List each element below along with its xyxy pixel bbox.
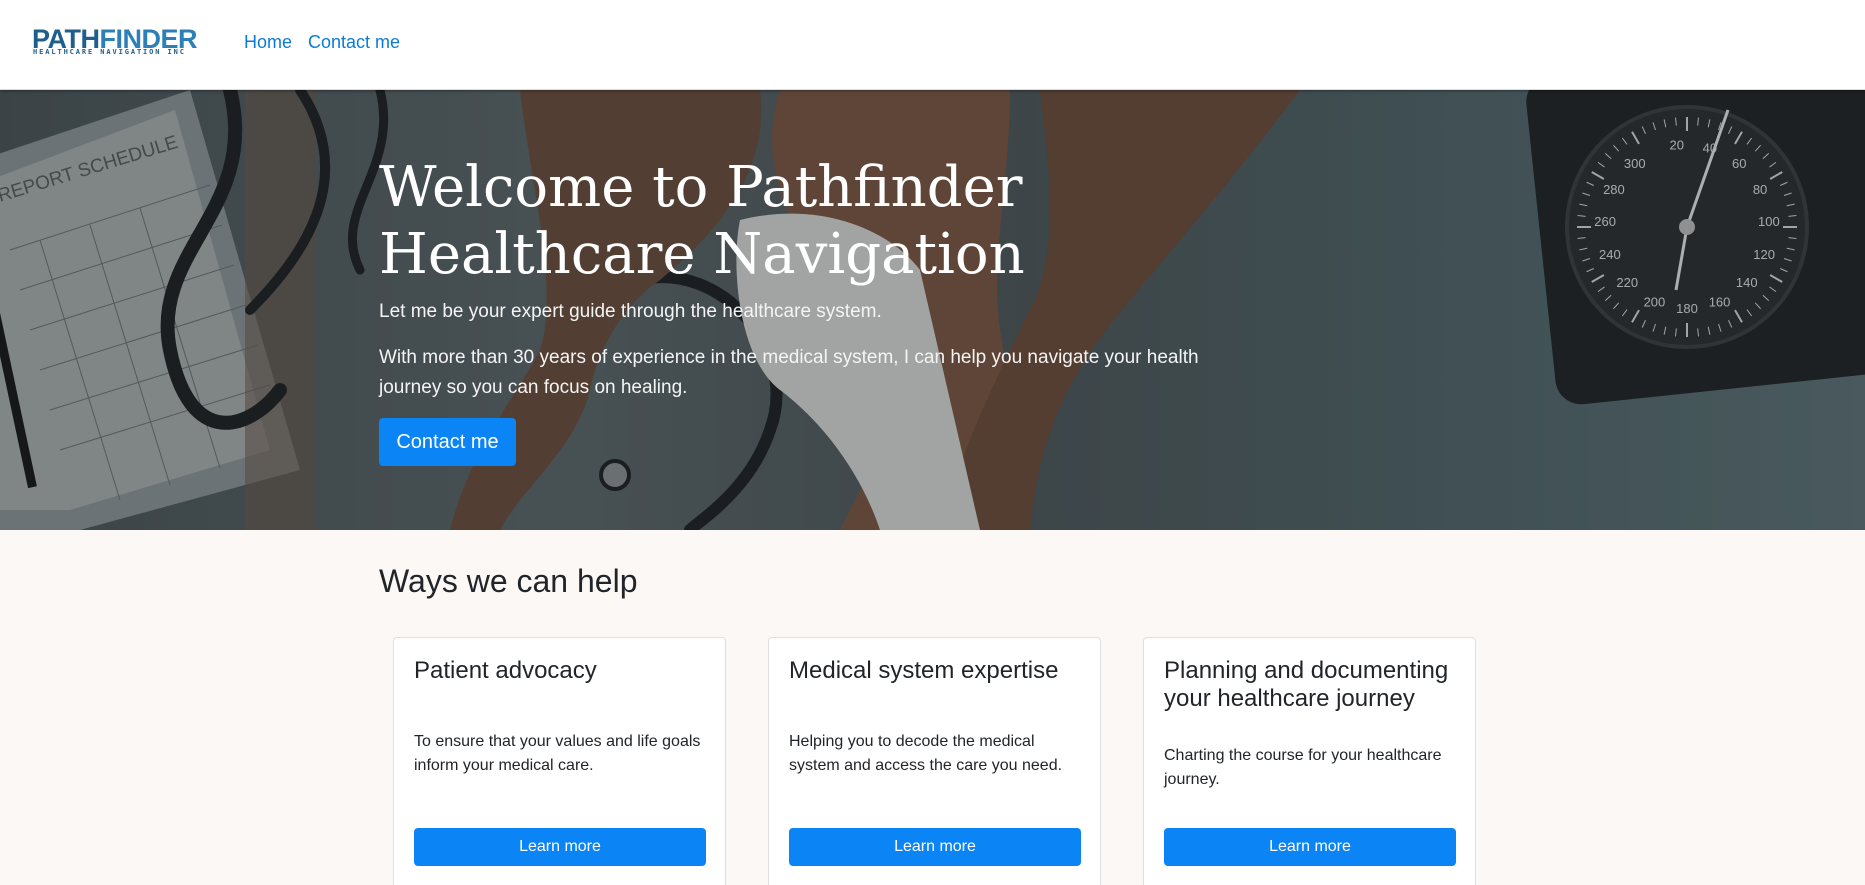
services-heading: Ways we can help: [379, 563, 638, 599]
hero-banner: REPORT SCHEDULE 300 280 260 240 220 200 180 160…: [0, 90, 1865, 530]
card-title: Patient advocacy: [414, 657, 597, 684]
pathfinder-logo[interactable]: PATHFINDER HEALTHCARE NAVIGATION INC: [32, 25, 197, 59]
nav-home-link[interactable]: Home: [244, 31, 292, 53]
logo-tagline: HEALTHCARE NAVIGATION INC: [33, 48, 186, 56]
learn-more-button[interactable]: Learn more: [414, 828, 706, 866]
hero-title: Welcome to Pathfinder Healthcare Navigat…: [379, 155, 1025, 287]
hero-subtitle: Let me be your expert guide through the …: [379, 301, 882, 322]
learn-more-button[interactable]: Learn more: [789, 828, 1081, 866]
hero-description: With more than 30 years of experience in…: [379, 347, 1199, 398]
card-title: Planning and documenting your healthcare…: [1164, 657, 1449, 712]
card-text: Helping you to decode the medical system…: [789, 733, 1063, 774]
nav-contact-link[interactable]: Contact me: [308, 31, 400, 53]
service-card-medical-expertise: Medical system expertise Helping you to …: [768, 637, 1101, 885]
card-text: To ensure that your values and life goal…: [414, 733, 701, 774]
service-card-planning: Planning and documenting your healthcare…: [1143, 637, 1476, 885]
card-title: Medical system expertise: [789, 657, 1059, 684]
service-card-patient-advocacy: Patient advocacy To ensure that your val…: [393, 637, 726, 885]
hero-contact-button[interactable]: Contact me: [379, 418, 516, 466]
card-text: Charting the course for your healthcare …: [1164, 747, 1442, 788]
learn-more-button[interactable]: Learn more: [1164, 828, 1456, 866]
top-navbar: PATHFINDER HEALTHCARE NAVIGATION INC Hom…: [0, 0, 1865, 90]
